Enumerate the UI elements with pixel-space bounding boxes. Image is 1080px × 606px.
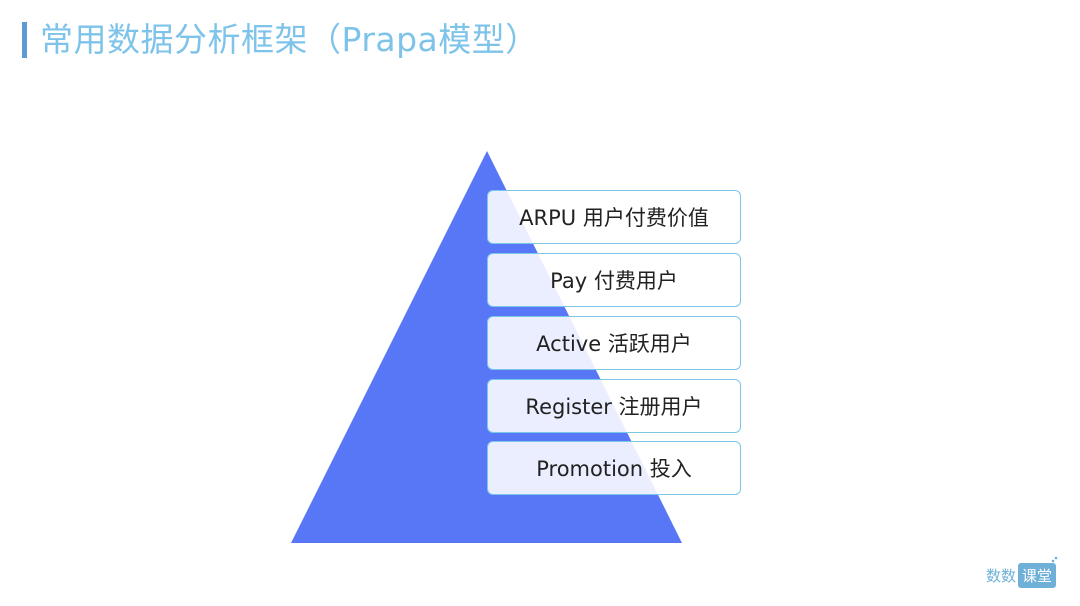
- pyramid-layer-register: Register 注册用户: [487, 379, 741, 433]
- pyramid-layer-arpu: ARPU 用户付费价值: [487, 190, 741, 244]
- brand-sparkle-icon: [1047, 556, 1058, 567]
- pyramid-layer-promotion: Promotion 投入: [487, 441, 741, 495]
- pyramid-layer-pay: Pay 付费用户: [487, 253, 741, 307]
- pyramid-layer-active: Active 活跃用户: [487, 316, 741, 370]
- brand-logo-text: 数数: [986, 566, 1017, 585]
